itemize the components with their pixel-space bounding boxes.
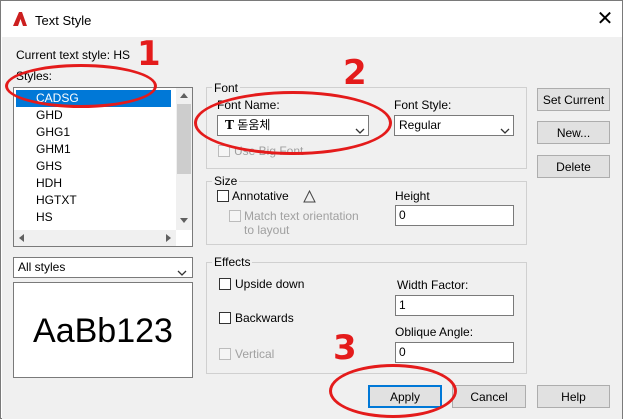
style-name: GHM1: [36, 142, 71, 156]
autocad-app-icon: [13, 12, 27, 26]
scroll-up-icon[interactable]: [180, 93, 188, 98]
backwards-checkbox[interactable]: [219, 312, 231, 324]
width-factor-label: Width Factor:: [397, 278, 469, 292]
list-item[interactable]: GHD: [16, 107, 171, 124]
chevron-down-icon: [500, 122, 510, 141]
backwards-label: Backwards: [235, 311, 294, 325]
font-group-label: Font: [212, 81, 241, 95]
annotation-ring-1: [5, 64, 157, 108]
current-style-line: Current text style: HS: [16, 48, 130, 62]
height-value: 0: [399, 208, 406, 222]
style-name: HS: [36, 210, 53, 224]
help-button[interactable]: Help: [537, 385, 610, 408]
preview-text: AaBb123: [33, 312, 173, 350]
styles-list: CADSG GHD GHG1 GHM1 GHS HDH HGTXT HS: [13, 87, 193, 247]
match-orientation-checkbox[interactable]: [229, 210, 241, 222]
oblique-angle-input[interactable]: 0: [395, 342, 514, 363]
styles-filter-select[interactable]: All styles: [13, 257, 193, 278]
close-icon[interactable]: ✕: [593, 7, 617, 31]
font-style-label: Font Style:: [394, 98, 452, 112]
match-orientation-label: Match text orientation to layout: [244, 209, 359, 237]
annotation-number-2: 2: [343, 53, 367, 93]
list-item[interactable]: GHM1: [16, 141, 171, 158]
text-style-dialog: Text Style ✕ Current text style: HS Styl…: [0, 0, 623, 419]
effects-group-label: Effects: [212, 255, 253, 269]
styles-filter-value: All styles: [18, 260, 66, 274]
current-style-label: Current text style:: [16, 48, 111, 62]
cancel-button[interactable]: Cancel: [452, 385, 526, 408]
scroll-down-icon[interactable]: [180, 218, 188, 223]
list-item[interactable]: HGTXT: [16, 192, 171, 209]
list-item[interactable]: HS: [16, 209, 171, 226]
annotative-info-icon: [303, 190, 316, 203]
list-item[interactable]: HDH: [16, 175, 171, 192]
vertical-checkbox[interactable]: [219, 348, 231, 360]
vertical-label: Vertical: [235, 347, 275, 361]
current-style-value: HS: [113, 48, 131, 62]
horizontal-scrollbar[interactable]: [14, 230, 176, 246]
upside-down-checkbox[interactable]: [219, 278, 231, 290]
delete-button[interactable]: Delete: [537, 155, 610, 178]
style-preview: AaBb123: [13, 282, 193, 378]
height-input[interactable]: 0: [395, 205, 514, 226]
upside-down-label: Upside down: [235, 277, 305, 291]
style-name: HDH: [36, 176, 62, 190]
set-current-button[interactable]: Set Current: [537, 88, 610, 111]
style-name: GHS: [36, 159, 63, 173]
scroll-left-icon[interactable]: [19, 234, 24, 242]
annotation-number-1: 1: [137, 34, 161, 74]
annotation-number-3: 3: [333, 328, 357, 368]
size-group-label: Size: [212, 174, 240, 188]
list-item[interactable]: GHG1: [16, 124, 171, 141]
font-style-select[interactable]: Regular: [394, 115, 514, 136]
title-bar: Text Style ✕: [1, 1, 622, 37]
height-label: Height: [395, 189, 430, 203]
scroll-thumb[interactable]: [177, 104, 191, 174]
vertical-scrollbar[interactable]: [176, 88, 192, 230]
width-factor-input[interactable]: 1: [395, 295, 514, 316]
oblique-angle-label: Oblique Angle:: [395, 325, 474, 339]
width-factor-value: 1: [399, 298, 406, 312]
dialog-title: Text Style: [35, 13, 92, 28]
annotation-ring-3: [329, 364, 457, 418]
style-name: GHG1: [36, 125, 71, 139]
annotative-label: Annotative: [232, 189, 289, 203]
font-style-value: Regular: [399, 118, 442, 132]
annotation-ring-2: [194, 91, 392, 155]
chevron-down-icon: [177, 264, 187, 283]
style-name: HGTXT: [36, 193, 77, 207]
style-name: GHD: [36, 108, 63, 122]
list-item[interactable]: GHS: [16, 158, 171, 175]
annotative-checkbox[interactable]: [217, 190, 229, 202]
scroll-right-icon[interactable]: [166, 234, 171, 242]
new-button[interactable]: New...: [537, 121, 610, 144]
oblique-angle-value: 0: [399, 345, 406, 359]
